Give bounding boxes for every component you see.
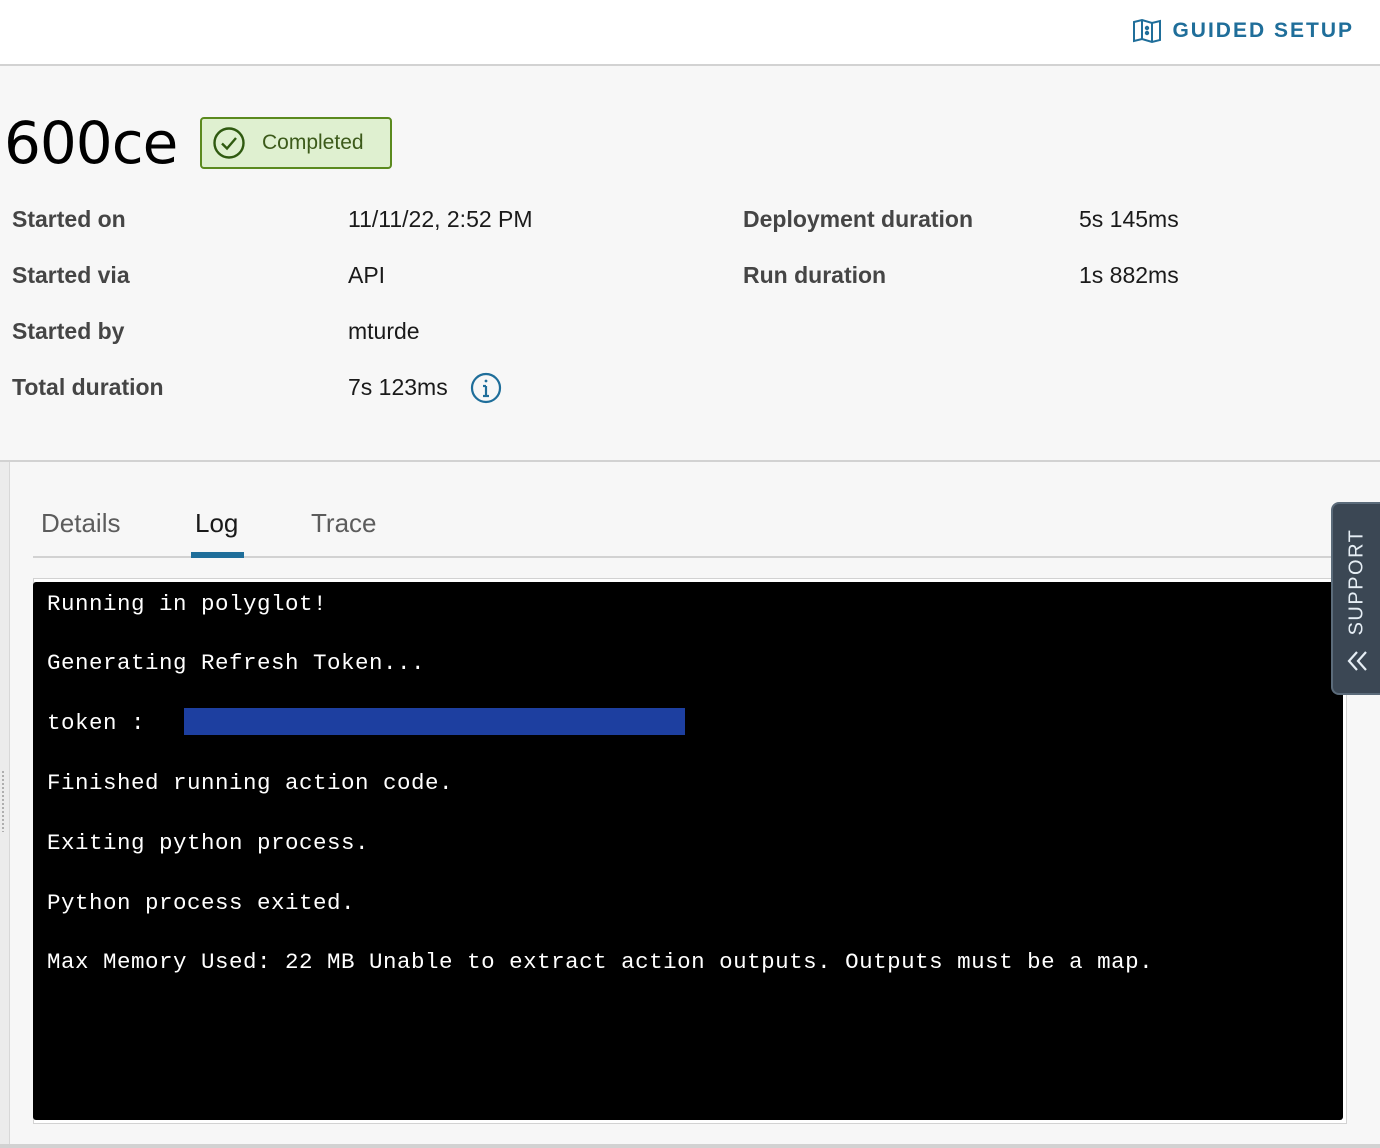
tab-details[interactable]: Details — [41, 508, 120, 556]
log-line: Running in polyglot! — [47, 591, 328, 617]
log-line: Python process exited. — [47, 890, 356, 916]
log-line: Exiting python process. — [47, 830, 370, 856]
support-label: SUPPORT — [1345, 528, 1367, 636]
started-on-value: 11/11/22, 2:52 PM — [348, 206, 533, 232]
deployment-duration-value: 5s 145ms — [1079, 206, 1179, 232]
tab-bar: Details Log Trace — [33, 500, 1343, 558]
total-duration-value: 7s 123ms — [348, 374, 448, 400]
info-icon[interactable] — [470, 372, 502, 404]
resize-handle[interactable] — [1, 770, 5, 832]
log-line: Max Memory Used: 22 MB Unable to extract… — [47, 949, 1154, 975]
started-via-label: Started via — [12, 262, 130, 288]
log-line: Generating Refresh Token... — [47, 650, 426, 676]
log-console[interactable]: Running in polyglot! Generating Refresh … — [33, 582, 1343, 1120]
check-circle-icon — [213, 127, 245, 159]
support-tab[interactable]: SUPPORT — [1331, 502, 1380, 695]
started-on-label: Started on — [12, 206, 126, 232]
tab-trace[interactable]: Trace — [311, 508, 377, 556]
map-icon — [1133, 18, 1162, 44]
deployment-duration-label: Deployment duration — [743, 206, 974, 232]
total-duration-label: Total duration — [12, 374, 164, 400]
top-bar: GUIDED SETUP — [0, 0, 1380, 66]
log-line: token : — [47, 710, 146, 736]
status-badge: Completed — [200, 117, 392, 169]
started-via-value: API — [348, 262, 386, 288]
started-by-label: Started by — [12, 318, 125, 344]
run-duration-value: 1s 882ms — [1079, 262, 1179, 288]
page-title: 600ce — [4, 109, 178, 177]
guided-setup-label: GUIDED SETUP — [1172, 19, 1354, 42]
log-line: Finished running action code. — [47, 770, 454, 796]
tab-log[interactable]: Log — [190, 508, 245, 558]
double-chevron-left-icon — [1347, 651, 1367, 671]
status-label: Completed — [262, 131, 364, 154]
redacted-token — [184, 708, 685, 735]
bottom-border — [0, 1144, 1380, 1148]
started-by-value: mturde — [348, 318, 420, 344]
guided-setup-button[interactable]: GUIDED SETUP — [1132, 16, 1354, 46]
run-duration-label: Run duration — [743, 262, 887, 288]
